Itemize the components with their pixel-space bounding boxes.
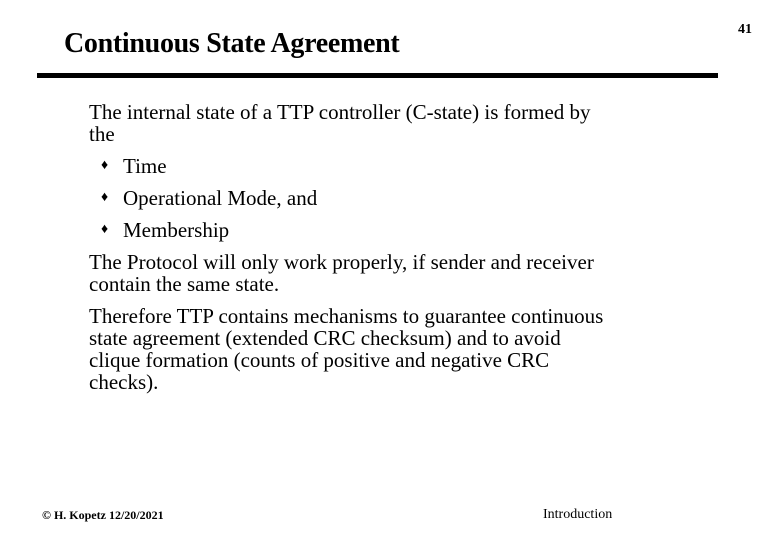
diamond-bullet-icon: ♦: [101, 190, 109, 205]
bullet-text: Time: [123, 154, 167, 178]
slide-title: Continuous State Agreement: [64, 28, 400, 59]
diamond-bullet-icon: ♦: [101, 158, 109, 173]
bullet-item: ♦ Operational Mode, and: [101, 187, 709, 209]
page-number: 41: [738, 22, 752, 37]
footer-author-date: © H. Kopetz 12/20/2021: [42, 508, 164, 522]
text-line: contain the same state.: [89, 272, 280, 296]
text-line: The internal state of a TTP controller (…: [89, 100, 591, 124]
bullet-item: ♦ Time: [101, 155, 709, 177]
text-line: clique formation (counts of positive and…: [89, 348, 550, 372]
title-divider: [37, 73, 718, 78]
bullet-text: Operational Mode, and: [123, 186, 318, 210]
text-line: The Protocol will only work properly, if…: [89, 250, 594, 274]
bullet-item: ♦ Membership: [101, 219, 709, 241]
text-line: Therefore TTP contains mechanisms to gua…: [89, 304, 604, 328]
protocol-paragraph: The Protocol will only work properly, if…: [89, 251, 709, 295]
diamond-bullet-icon: ♦: [101, 222, 109, 237]
bullet-text: Membership: [123, 218, 230, 242]
text-line: state agreement (extended CRC checksum) …: [89, 326, 561, 350]
slide-body: The internal state of a TTP controller (…: [89, 101, 709, 393]
footer-section: Introduction: [543, 507, 613, 522]
intro-paragraph: The internal state of a TTP controller (…: [89, 101, 709, 145]
text-line: checks).: [89, 370, 159, 394]
therefore-paragraph: Therefore TTP contains mechanisms to gua…: [89, 305, 709, 393]
text-line: the: [89, 122, 115, 146]
